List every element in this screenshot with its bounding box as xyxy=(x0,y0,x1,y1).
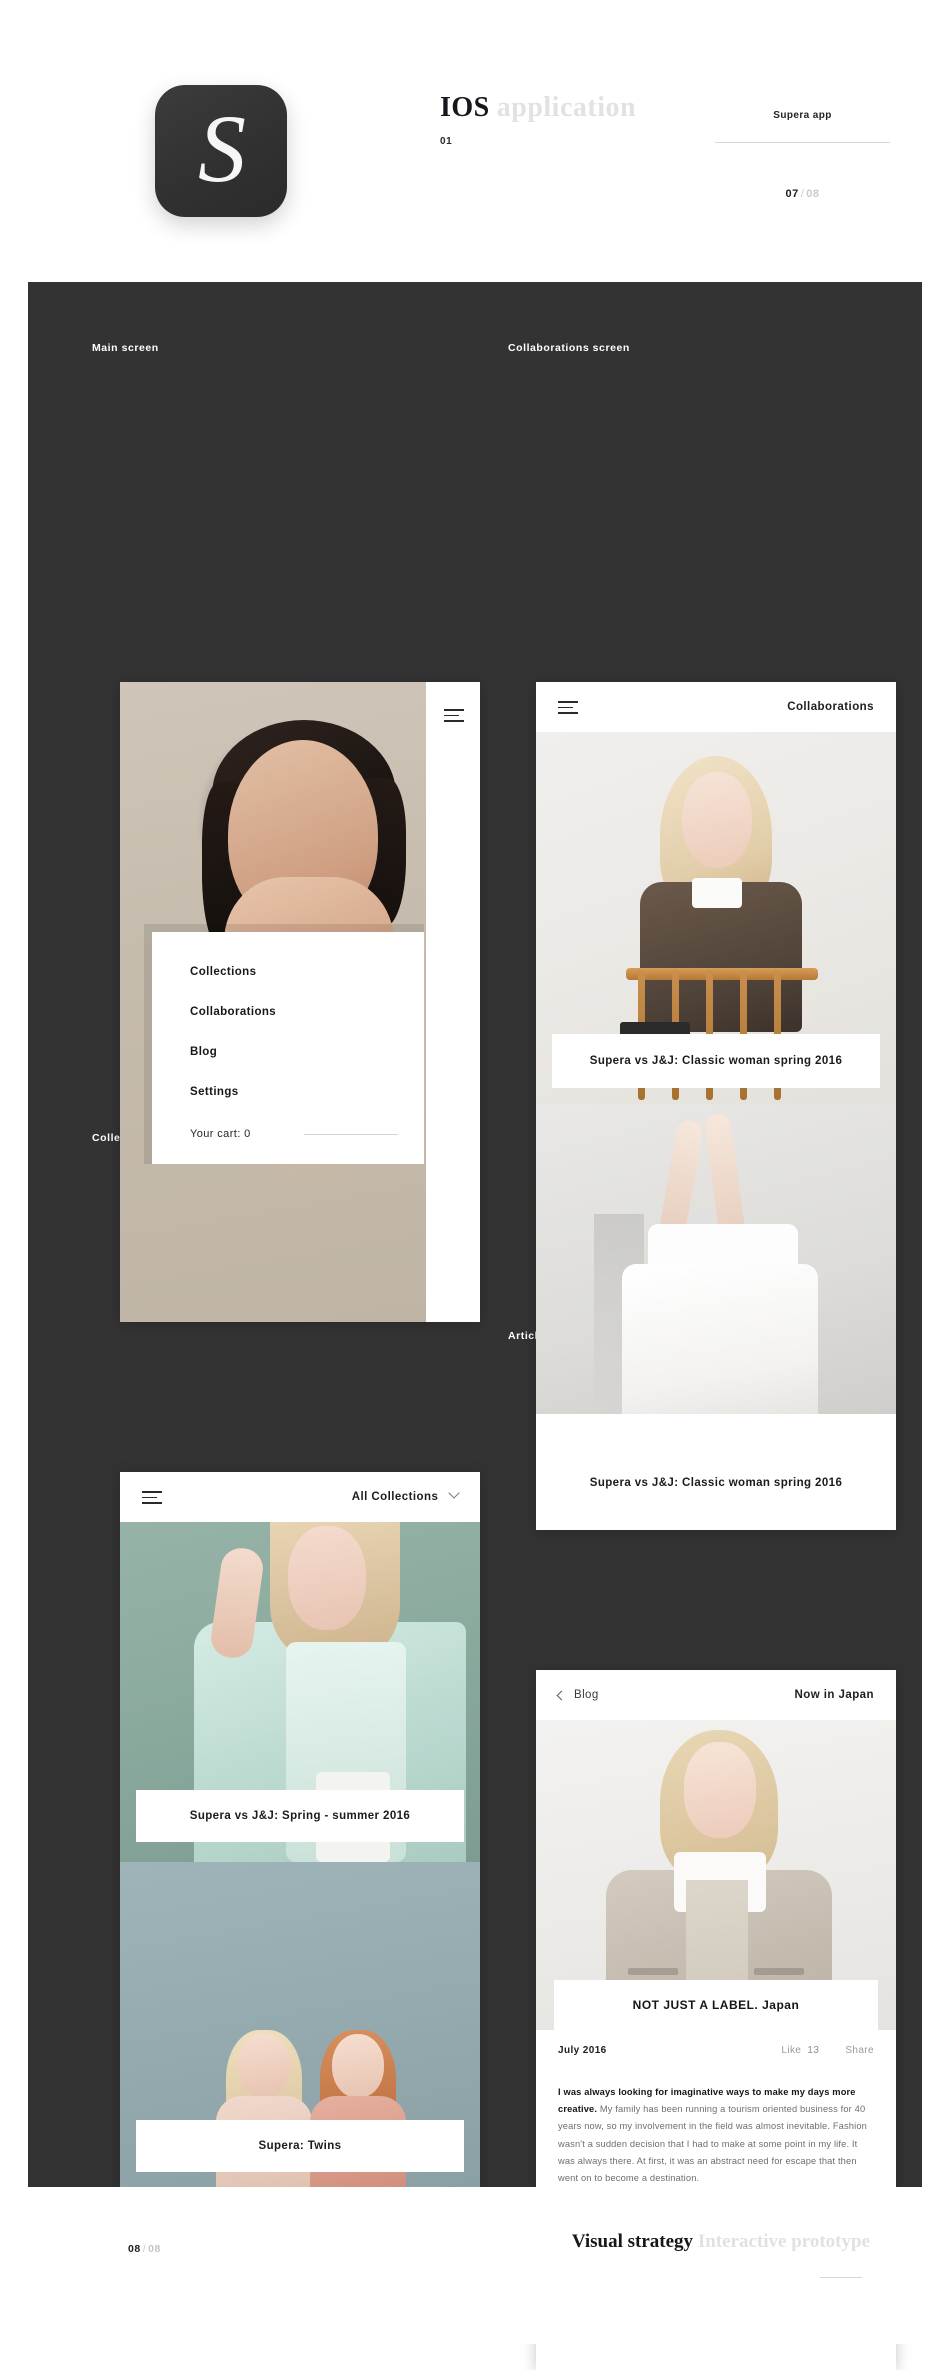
menu-icon-line-2 xyxy=(558,706,573,709)
menu-icon-line-3 xyxy=(444,720,464,722)
main-menu-card: Collections Collaborations Blog Settings… xyxy=(152,932,424,1164)
page-title: IOS application xyxy=(440,94,636,122)
page-title-muted: application xyxy=(496,92,637,123)
back-label: Blog xyxy=(574,1689,599,1701)
photo2-garment-shape xyxy=(622,1264,818,1414)
collection-caption-2[interactable]: Supera: Twins xyxy=(136,2120,464,2172)
menu-icon-line-3 xyxy=(142,1502,162,1504)
footer-pager-current: 08 xyxy=(128,2243,141,2255)
menu-icon-line-1 xyxy=(142,1491,162,1493)
menu-icon-line-2 xyxy=(444,714,459,717)
header-pager-current: 07 xyxy=(785,188,799,200)
header-pager-total: 08 xyxy=(806,188,820,200)
footer-pager-total: 08 xyxy=(148,2243,161,2255)
collaborations-bar-title: Collaborations xyxy=(787,701,874,713)
label-collaborations-screen: Collaborations screen xyxy=(508,342,630,354)
menu-item-blog[interactable]: Blog xyxy=(190,1046,424,1058)
hero-face-shape xyxy=(684,1742,756,1838)
main-right-rail xyxy=(426,682,480,1322)
menu-item-collections[interactable]: Collections xyxy=(190,966,424,978)
article-actions: Like 13 Share xyxy=(781,2045,874,2056)
showcase-canvas: Main screen Collaborations screen Collec… xyxy=(28,282,922,2370)
share-button[interactable]: Share xyxy=(845,2045,874,2056)
app-icon-letter: S xyxy=(198,95,246,203)
figure-left-head-shape xyxy=(238,2034,290,2098)
footer-brand: Visual strategy Interactive prototype xyxy=(572,2231,870,2253)
collections-app-bar: All Collections xyxy=(120,1472,480,1522)
project-label: Supera app xyxy=(773,110,832,121)
header-pager: 07/08 xyxy=(715,188,890,200)
menu-icon-line-3 xyxy=(558,712,578,714)
phone-main-screen: Collections Collaborations Blog Settings… xyxy=(120,682,480,1322)
article-paragraph-1-rest: My family has been running a tourism ori… xyxy=(558,2104,867,2183)
menu-icon[interactable] xyxy=(444,708,464,722)
menu-icon-line-1 xyxy=(444,709,464,711)
article-paragraph-1: I was always looking for imaginative way… xyxy=(558,2084,874,2187)
cart-row[interactable]: Your cart: 0 xyxy=(190,1128,398,1140)
article-date: July 2016 xyxy=(558,2044,607,2056)
chevron-left-icon xyxy=(556,1690,567,1700)
article-app-bar: Blog Now in Japan xyxy=(536,1670,896,1720)
back-to-blog-button[interactable]: Blog xyxy=(556,1689,599,1701)
menu-item-collaborations[interactable]: Collaborations xyxy=(190,1006,424,1018)
label-main-screen: Main screen xyxy=(92,342,159,354)
header-divider xyxy=(715,142,890,143)
article-meta-row: July 2016 Like 13 Share xyxy=(536,2030,896,2070)
figure-right-head-shape xyxy=(332,2034,384,2098)
like-button[interactable]: Like 13 xyxy=(781,2045,819,2056)
menu-icon-line-1 xyxy=(558,701,578,703)
collection-caption-1[interactable]: Supera vs J&J: Spring - summer 2016 xyxy=(136,1790,464,1842)
phone-collaborations-screen: Collaborations Supera vs J&J: Classic wo… xyxy=(536,682,896,1530)
menu-icon-line-2 xyxy=(142,1496,157,1499)
photo1-collar-shape xyxy=(692,878,742,908)
photo1-face-shape xyxy=(682,772,752,868)
chevron-down-icon xyxy=(448,1487,460,1499)
page-header: S IOS application 01 Supera app 07/08 xyxy=(0,0,950,280)
footer-divider xyxy=(820,2277,862,2278)
menu-icon[interactable] xyxy=(142,1490,162,1504)
hero-pocket-left-shape xyxy=(628,1968,678,1975)
collaboration-caption-1[interactable]: Supera vs J&J: Classic woman spring 2016 xyxy=(552,1034,880,1088)
footer-brand-muted: Interactive prototype xyxy=(697,2231,870,2252)
collections-filter-label: All Collections xyxy=(351,1491,439,1503)
page-footer: 08/08 Visual strategy Interactive protot… xyxy=(0,2187,950,2344)
like-count: 13 xyxy=(807,2044,820,2056)
phone-collections-screen: All Collections Supera vs J&J: Spring - … xyxy=(120,1472,480,2192)
section-number: 01 xyxy=(440,136,453,147)
page-title-strong: IOS xyxy=(440,92,490,123)
hero-pocket-right-shape xyxy=(754,1968,804,1975)
cart-divider xyxy=(304,1133,398,1135)
menu-icon[interactable] xyxy=(558,700,578,714)
footer-brand-strong: Visual strategy xyxy=(571,2231,694,2252)
collaboration-caption-2[interactable]: Supera vs J&J: Classic woman spring 2016 xyxy=(552,1456,880,1510)
menu-item-settings[interactable]: Settings xyxy=(190,1086,424,1098)
collections-filter-dropdown[interactable]: All Collections xyxy=(351,1487,460,1503)
collaboration-photo-2[interactable] xyxy=(536,1104,896,1414)
collaborations-app-bar: Collaborations xyxy=(536,682,896,732)
article-headline: NOT JUST A LABEL. Japan xyxy=(554,1980,878,2030)
photo2-arm-left-shape xyxy=(657,1118,705,1242)
app-icon: S xyxy=(155,85,287,217)
photo1-face-shape xyxy=(288,1526,366,1630)
footer-pager-separator: / xyxy=(142,2243,147,2255)
like-label: Like xyxy=(781,2044,802,2056)
article-bar-title: Now in Japan xyxy=(794,1689,874,1701)
cart-label: Your cart: 0 xyxy=(190,1128,251,1140)
footer-pager: 08/08 xyxy=(128,2243,161,2255)
